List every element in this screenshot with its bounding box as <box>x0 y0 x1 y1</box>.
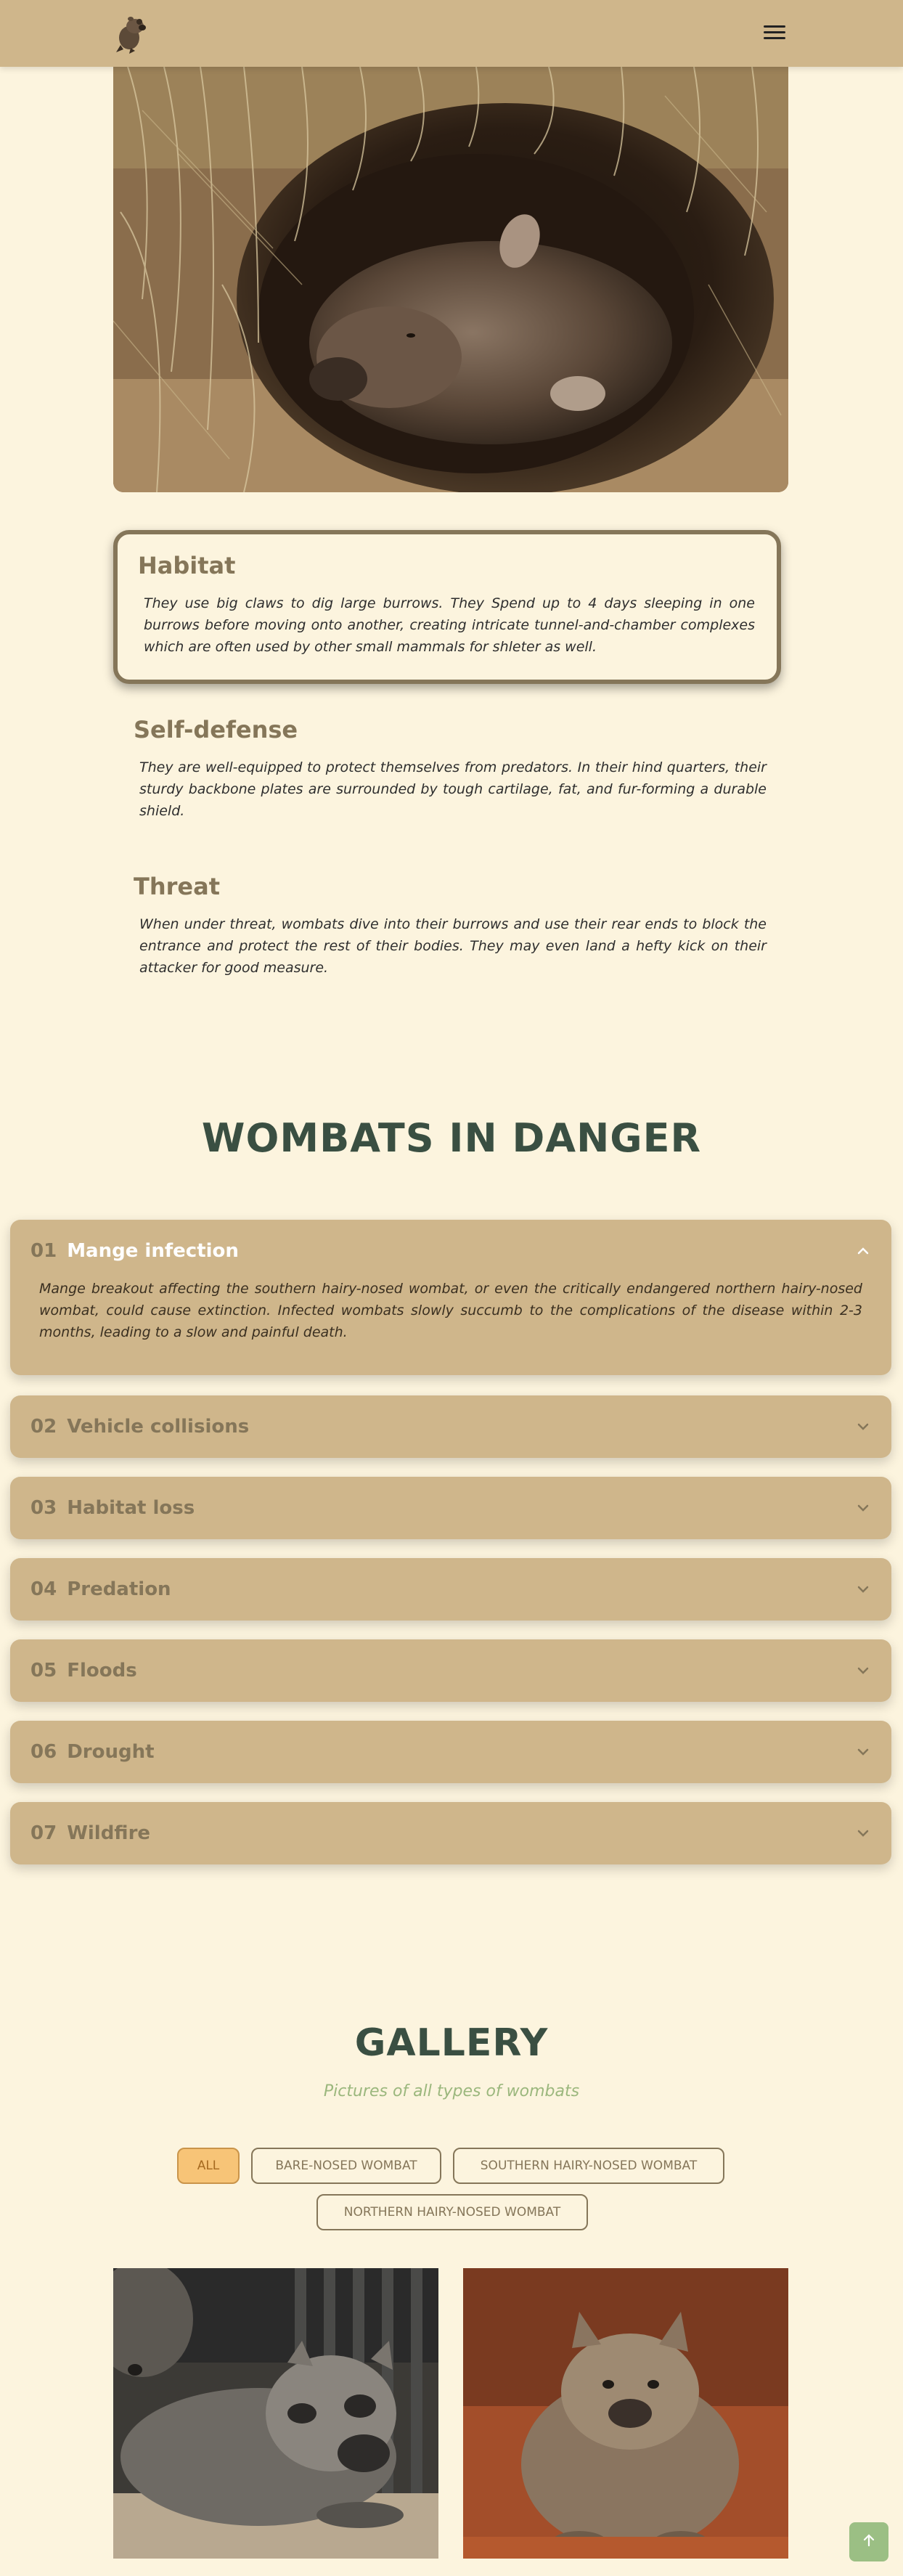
accordion-wildfire[interactable]: 07 Wildfire <box>10 1802 891 1864</box>
wombat-on-red-sand-photo[interactable] <box>463 2268 788 2559</box>
accordion-header[interactable]: 04 Predation <box>10 1558 891 1621</box>
accordion-header[interactable]: 01 Mange infection <box>10 1220 891 1282</box>
accordion-mange-infection[interactable]: 01 Mange infection Mange breakout affect… <box>10 1220 891 1375</box>
chevron-down-icon[interactable] <box>855 1500 871 1516</box>
danger-section-title: WOMBATS IN DANGER <box>201 1115 702 1161</box>
chevron-up-icon[interactable] <box>855 1243 871 1259</box>
accordion-label: Mange infection <box>67 1240 239 1262</box>
wombat-logo-icon[interactable] <box>113 13 150 54</box>
filter-northern-hairy-nosed-button[interactable]: NORTHERN HAIRY-NOSED WOMBAT <box>316 2194 588 2230</box>
accordion-label: Floods <box>67 1660 137 1682</box>
threat-card: Threat When under threat, wombats dive i… <box>134 873 767 979</box>
accordion-number: 05 <box>30 1660 57 1682</box>
accordion-header[interactable]: 07 Wildfire <box>10 1802 891 1864</box>
menu-line <box>764 37 785 39</box>
wombat-in-burrow-photo <box>113 67 788 492</box>
accordion-label: Vehicle collisions <box>67 1416 250 1438</box>
accordion-floods[interactable]: 05 Floods <box>10 1639 891 1702</box>
accordion-header[interactable]: 06 Drought <box>10 1721 891 1783</box>
chevron-down-icon[interactable] <box>855 1419 871 1435</box>
accordion-vehicle-collisions[interactable]: 02 Vehicle collisions <box>10 1395 891 1458</box>
menu-line <box>764 31 785 33</box>
chevron-down-icon[interactable] <box>855 1581 871 1597</box>
accordion-number: 07 <box>30 1822 57 1844</box>
chevron-down-icon[interactable] <box>855 1825 871 1841</box>
scroll-to-top-button[interactable] <box>849 2522 888 2561</box>
filter-bare-nosed-button[interactable]: BARE-NOSED WOMBAT <box>251 2148 441 2184</box>
filter-all-button[interactable]: ALL <box>177 2148 240 2184</box>
filter-southern-hairy-nosed-button[interactable]: SOUTHERN HAIRY-NOSED WOMBAT <box>453 2148 724 2184</box>
accordion-number: 06 <box>30 1741 57 1763</box>
self-defense-card: Self-defense They are well-equipped to p… <box>134 716 767 822</box>
accordion-predation[interactable]: 04 Predation <box>10 1558 891 1621</box>
accordion-content: Mange breakout affecting the southern ha… <box>39 1281 862 1340</box>
accordion-label: Habitat loss <box>67 1497 195 1519</box>
self-defense-title: Self-defense <box>134 716 298 743</box>
menu-line <box>764 25 785 28</box>
wombat-at-gate-photo[interactable] <box>113 2268 438 2559</box>
accordion-label: Predation <box>67 1578 171 1600</box>
self-defense-text: They are well-equipped to protect themse… <box>139 759 767 819</box>
accordion-number: 04 <box>30 1578 57 1600</box>
habitat-title: Habitat <box>138 552 236 579</box>
accordion-drought[interactable]: 06 Drought <box>10 1721 891 1783</box>
habitat-text: They use big claws to dig large burrows.… <box>144 595 755 655</box>
gallery-title: GALLERY <box>354 2021 549 2065</box>
accordion-habitat-loss[interactable]: 03 Habitat loss <box>10 1477 891 1539</box>
accordion-number: 02 <box>30 1416 57 1438</box>
accordion-header[interactable]: 05 Floods <box>10 1639 891 1702</box>
accordion-number: 01 <box>30 1240 57 1262</box>
arrow-up-icon <box>860 2532 878 2552</box>
accordion-label: Drought <box>67 1741 155 1763</box>
accordion-label: Wildfire <box>67 1822 151 1844</box>
site-header <box>0 0 903 67</box>
habitat-card: Habitat They use big claws to dig large … <box>113 530 781 684</box>
accordion-header[interactable]: 03 Habitat loss <box>10 1477 891 1539</box>
chevron-down-icon[interactable] <box>855 1663 871 1679</box>
threat-text: When under threat, wombats dive into the… <box>139 916 767 976</box>
gallery-subtitle: Pictures of all types of wombats <box>323 2082 580 2100</box>
hamburger-menu-icon[interactable] <box>764 22 785 44</box>
chevron-down-icon[interactable] <box>855 1744 871 1760</box>
accordion-header[interactable]: 02 Vehicle collisions <box>10 1395 891 1458</box>
accordion-number: 03 <box>30 1497 57 1519</box>
threat-title: Threat <box>134 873 220 900</box>
